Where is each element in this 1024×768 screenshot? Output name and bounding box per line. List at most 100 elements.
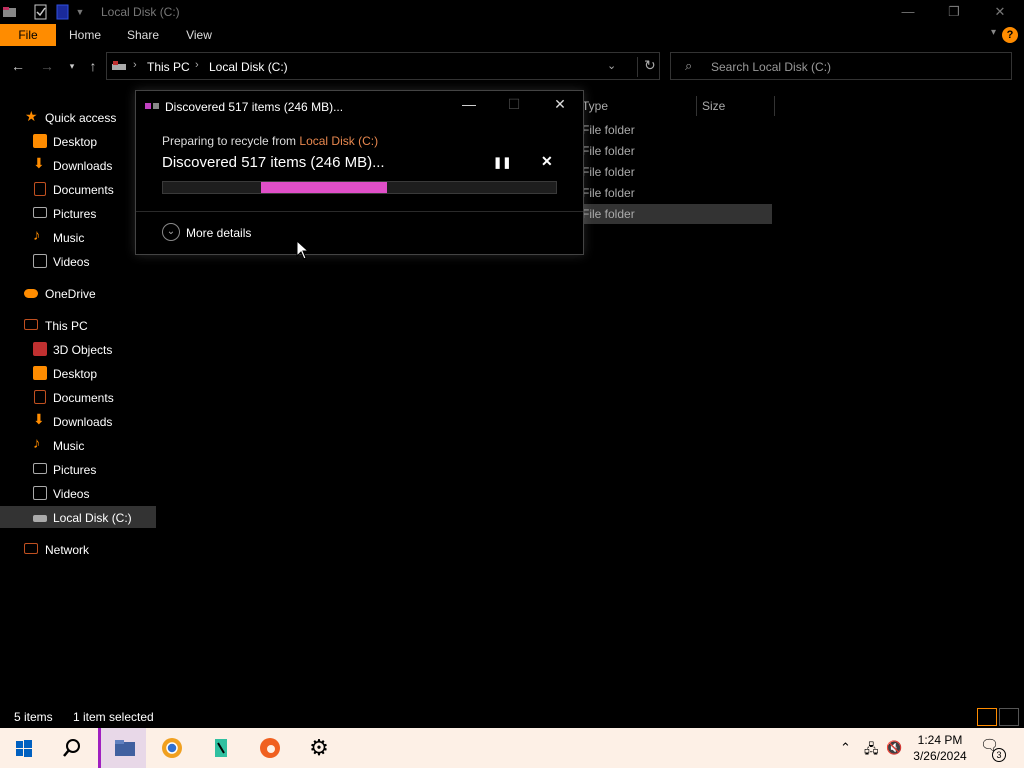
sidebar-item-pictures-pc[interactable]: Pictures <box>0 458 156 480</box>
show-hidden-icons-icon[interactable]: ⌃ <box>840 740 851 756</box>
column-headers: Type Size <box>582 96 782 116</box>
column-divider[interactable] <box>774 96 775 116</box>
sidebar-item-quick-access[interactable]: ★ Quick access <box>0 106 156 128</box>
search-placeholder: Search Local Disk (C:) <box>711 60 832 74</box>
breadcrumb-local-disk[interactable]: Local Disk (C:) <box>209 60 288 74</box>
pictures-icon <box>33 207 47 218</box>
properties-icon[interactable] <box>33 4 49 20</box>
window-title: Local Disk (C:) <box>101 5 180 19</box>
table-row[interactable]: File folder <box>572 141 772 161</box>
column-size[interactable]: Size <box>702 99 725 113</box>
document-icon <box>34 182 46 196</box>
sidebar-item-music[interactable]: ♪ Music <box>0 226 156 248</box>
dialog-divider <box>136 211 583 212</box>
music-icon: ♪ <box>33 435 41 452</box>
sidebar-item-downloads-pc[interactable]: ⬇ Downloads <box>0 410 156 432</box>
table-row[interactable]: File folder <box>572 183 772 203</box>
search-input[interactable]: ⌕ Search Local Disk (C:) <box>670 52 1012 80</box>
taskbar-file-explorer[interactable] <box>98 728 146 768</box>
title-bar: ▼ Local Disk (C:) — ❐ ✕ <box>0 0 1024 24</box>
source-location-link[interactable]: Local Disk (C:) <box>299 134 378 148</box>
table-row[interactable]: File folder <box>572 120 772 140</box>
tab-file[interactable]: File <box>0 24 56 46</box>
back-arrow-icon[interactable]: ← <box>8 58 28 74</box>
sidebar-item-desktop-pc[interactable]: Desktop <box>0 362 156 384</box>
forward-arrow-icon[interactable]: → <box>37 58 57 74</box>
sidebar-item-desktop[interactable]: Desktop <box>0 130 156 152</box>
taskbar-edge[interactable] <box>246 728 294 768</box>
tab-home[interactable]: Home <box>60 24 110 46</box>
minimize-button[interactable]: — <box>885 0 931 24</box>
dialog-close-button[interactable]: ✕ <box>545 96 575 116</box>
sidebar-item-music-pc[interactable]: ♪ Music <box>0 434 156 456</box>
network-icon <box>24 543 38 554</box>
dialog-minimize-button[interactable]: — <box>454 96 484 116</box>
tab-share[interactable]: Share <box>118 24 168 46</box>
breadcrumb-separator-icon: › <box>133 59 137 71</box>
refresh-icon[interactable]: ↻ <box>637 57 656 77</box>
sidebar-item-downloads[interactable]: ⬇ Downloads <box>0 154 156 176</box>
taskbar: ⚙ ⌃ 🖧 🔇 1:24 PM 3/26/2024 🗨 3 <box>0 728 1024 768</box>
item-count: 5 items <box>14 710 53 724</box>
large-icons-view-icon[interactable] <box>999 708 1019 726</box>
sidebar-item-network[interactable]: Network <box>0 538 156 560</box>
pause-button[interactable]: ❚❚ <box>493 156 511 169</box>
table-row[interactable]: File folder <box>572 162 772 182</box>
sidebar-item-onedrive[interactable]: OneDrive <box>0 282 156 304</box>
navigation-row: ← → ▾ ↑ › This PC › Local Disk (C:) ⌄ ↻ … <box>0 50 1024 84</box>
help-icon[interactable]: ? <box>1002 27 1018 43</box>
taskbar-notepad[interactable] <box>197 728 245 768</box>
notification-count-badge: 3 <box>992 748 1006 762</box>
taskbar-chrome[interactable] <box>148 728 196 768</box>
computer-icon <box>24 319 38 330</box>
customize-qa-dropdown[interactable]: ▼ <box>72 0 88 24</box>
download-icon: ⬇ <box>33 155 45 171</box>
volume-muted-icon[interactable]: 🔇 <box>886 740 902 756</box>
cancel-operation-button[interactable]: ✕ <box>541 153 553 170</box>
taskbar-settings[interactable]: ⚙ <box>295 728 343 768</box>
sidebar-item-documents-pc[interactable]: Documents <box>0 386 156 408</box>
file-explorer-icon <box>115 740 135 756</box>
sidebar-item-documents[interactable]: Documents <box>0 178 156 200</box>
file-operation-icon <box>145 103 159 109</box>
up-arrow-icon[interactable]: ↑ <box>83 58 103 74</box>
breadcrumb-this-pc[interactable]: This PC <box>147 60 190 74</box>
videos-icon <box>33 486 47 500</box>
details-view-icon[interactable] <box>977 708 997 726</box>
drive-icon <box>112 61 126 70</box>
pictures-icon <box>33 463 47 474</box>
chevron-down-icon[interactable]: ⌄ <box>162 223 180 241</box>
dialog-title: Discovered 517 items (246 MB)... <box>165 100 344 114</box>
taskbar-search-button[interactable] <box>48 728 96 768</box>
sidebar-item-local-disk[interactable]: Local Disk (C:) <box>0 506 156 528</box>
clock-date: 3/26/2024 <box>913 749 967 763</box>
expand-ribbon-icon[interactable]: ▾ <box>991 27 996 38</box>
sidebar-item-this-pc[interactable]: This PC <box>0 314 156 336</box>
close-button[interactable]: ✕ <box>977 0 1023 24</box>
address-dropdown-icon[interactable]: ⌄ <box>607 59 616 72</box>
more-details-button[interactable]: More details <box>186 226 251 240</box>
new-folder-icon[interactable] <box>55 4 71 20</box>
notepad-icon <box>215 739 227 757</box>
column-divider[interactable] <box>696 96 697 116</box>
operation-description: Preparing to recycle from Local Disk (C:… <box>162 134 379 148</box>
maximize-button[interactable]: ❐ <box>931 0 977 24</box>
recent-locations-icon[interactable]: ▾ <box>62 61 82 72</box>
system-clock[interactable]: 1:24 PM 3/26/2024 <box>906 732 974 764</box>
recycle-progress-dialog: Discovered 517 items (246 MB)... — ☐ ✕ P… <box>135 90 584 255</box>
dialog-title-bar[interactable]: Discovered 517 items (246 MB)... — ☐ ✕ <box>136 91 583 121</box>
tab-view[interactable]: View <box>174 24 224 46</box>
desktop-icon <box>33 366 47 380</box>
star-icon: ★ <box>25 108 38 124</box>
sidebar-item-3d-objects[interactable]: 3D Objects <box>0 338 156 360</box>
sidebar-item-pictures[interactable]: Pictures <box>0 202 156 224</box>
start-button[interactable] <box>0 728 48 768</box>
document-icon <box>34 390 46 404</box>
address-bar[interactable]: › This PC › Local Disk (C:) ⌄ ↻ <box>106 52 660 80</box>
sidebar-item-videos-pc[interactable]: Videos <box>0 482 156 504</box>
column-type[interactable]: Type <box>582 99 608 113</box>
table-row[interactable]: File folder <box>572 204 772 224</box>
sidebar-item-videos[interactable]: Videos <box>0 250 156 272</box>
search-icon: ⌕ <box>685 58 693 73</box>
network-status-icon[interactable]: 🖧 <box>864 740 879 762</box>
